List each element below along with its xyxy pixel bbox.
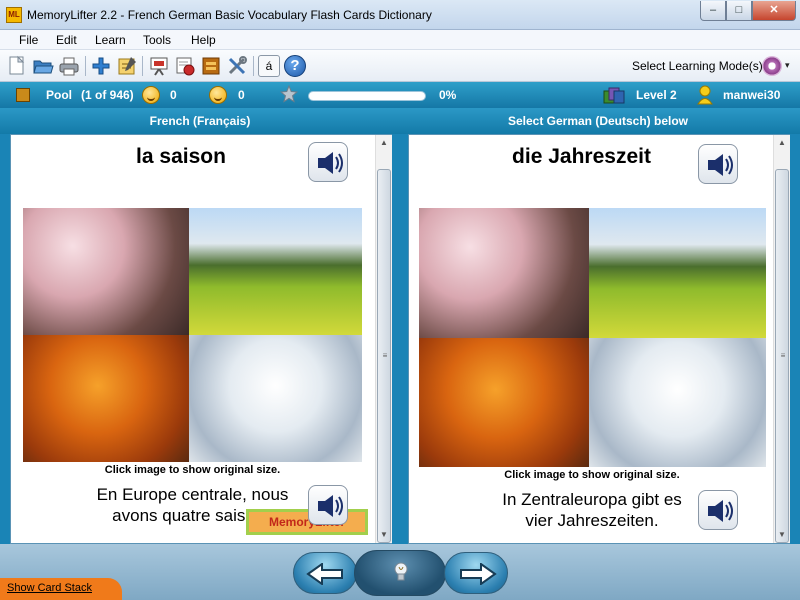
card-area: la saison Click image to show original s… [0, 134, 800, 544]
scroll-grip-icon: ≡ [780, 351, 786, 360]
progress-bar [308, 91, 426, 101]
minimize-button[interactable]: – [700, 1, 726, 21]
answer-scrollbar[interactable]: ▲ ≡ ▼ [773, 135, 790, 543]
status-bar: Pool (1 of 946) 0 0 0% Level 2 manwei30 [0, 82, 800, 108]
speaker-icon [318, 495, 343, 517]
speaker-icon [708, 500, 733, 522]
progress-text: 0% [439, 88, 457, 102]
question-word: la saison [136, 145, 226, 168]
previous-card-button[interactable] [293, 552, 357, 594]
answer-audio-button[interactable] [698, 144, 738, 184]
special-char-icon[interactable]: á [258, 55, 280, 77]
next-card-button[interactable] [444, 552, 508, 594]
maximize-button[interactable]: □ [726, 1, 752, 21]
open-folder-icon[interactable] [32, 55, 54, 77]
app-icon: ML [6, 7, 22, 23]
settings-card-icon[interactable] [174, 55, 196, 77]
show-card-stack-link[interactable]: Show Card Stack [7, 582, 92, 594]
question-card: la saison Click image to show original s… [10, 134, 392, 544]
help-icon[interactable]: ? [284, 55, 306, 77]
hint-button[interactable] [354, 550, 446, 596]
question-audio-button[interactable] [308, 142, 348, 182]
menu-help[interactable]: Help [191, 33, 216, 47]
menu-learn[interactable]: Learn [95, 33, 126, 47]
scroll-up-icon[interactable]: ▲ [774, 135, 790, 151]
scroll-grip-icon: ≡ [382, 351, 388, 360]
question-scrollbar[interactable]: ▲ ≡ ▼ [375, 135, 392, 543]
menu-file[interactable]: File [19, 33, 38, 47]
gear-icon[interactable] [762, 56, 782, 76]
level-icon [603, 86, 625, 104]
toolbar-separator [253, 56, 254, 76]
speaker-icon [318, 152, 343, 174]
arrow-left-icon [306, 563, 343, 585]
question-language-header: French (Français) [149, 114, 251, 128]
question-image[interactable] [23, 208, 362, 462]
print-icon[interactable] [58, 55, 80, 77]
menu-edit[interactable]: Edit [56, 33, 77, 47]
toolbar: á ? Select Learning Mode(s) ▾ [0, 50, 800, 82]
winter-image [189, 335, 362, 462]
add-card-icon[interactable] [90, 55, 112, 77]
answer-language-header: Select German (Deutsch) below [507, 114, 689, 128]
answer-sentence-audio-button[interactable] [698, 490, 738, 530]
answer-image[interactable] [419, 208, 766, 467]
wrong-smiley-icon [209, 86, 227, 104]
scroll-down-icon[interactable]: ▼ [774, 527, 790, 543]
chevron-down-icon[interactable]: ▾ [785, 60, 790, 71]
card-headers: French (Français) Select German (Deutsch… [0, 108, 800, 134]
lightbulb-icon [394, 562, 408, 581]
edit-card-icon[interactable] [116, 55, 138, 77]
correct-count: 0 [170, 88, 177, 102]
image-caption: Click image to show original size. [504, 469, 680, 481]
winter-image [589, 338, 766, 467]
summer-image [189, 208, 362, 335]
tools-icon[interactable] [226, 55, 248, 77]
box-icon [16, 88, 30, 102]
image-caption: Click image to show original size. [104, 464, 281, 476]
presentation-icon[interactable] [148, 55, 170, 77]
scroll-up-icon[interactable]: ▲ [376, 135, 392, 151]
autumn-image [419, 338, 589, 467]
spring-image [419, 208, 589, 338]
menu-tools[interactable]: Tools [143, 33, 171, 47]
menu-bar: File Edit Learn Tools Help [0, 30, 800, 50]
window-title: MemoryLifter 2.2 - French German Basic V… [27, 8, 432, 22]
card-count: (1 of 946) [81, 88, 134, 102]
answer-card: die Jahreszeit Click image to show origi… [408, 134, 790, 544]
scroll-thumb[interactable]: ≡ [775, 169, 789, 543]
box-name: Pool [46, 88, 72, 102]
question-sentence-audio-button[interactable] [308, 485, 348, 525]
toolbar-separator [142, 56, 143, 76]
toolbar-separator [85, 56, 86, 76]
spring-image [23, 208, 189, 335]
scroll-thumb[interactable]: ≡ [377, 169, 391, 543]
user-icon [697, 85, 713, 105]
speaker-icon [708, 154, 733, 176]
show-card-stack-tab[interactable]: Show Card Stack [0, 578, 122, 600]
summer-image [589, 208, 766, 338]
user-name: manwei30 [723, 88, 781, 102]
memorylifter-logo: MemoryLifter [246, 509, 368, 535]
arrow-right-icon [460, 563, 497, 585]
scroll-down-icon[interactable]: ▼ [376, 527, 392, 543]
book-icon[interactable] [200, 55, 222, 77]
level-label: Level 2 [636, 88, 677, 102]
autumn-image [23, 335, 189, 462]
new-file-icon[interactable] [6, 55, 28, 77]
close-button[interactable]: ✕ [752, 1, 796, 21]
wrong-count: 0 [238, 88, 245, 102]
correct-smiley-icon [142, 86, 160, 104]
learning-mode-label[interactable]: Select Learning Mode(s) [632, 59, 763, 73]
star-icon [279, 84, 299, 103]
title-bar: ML MemoryLifter 2.2 - French German Basi… [0, 0, 800, 30]
